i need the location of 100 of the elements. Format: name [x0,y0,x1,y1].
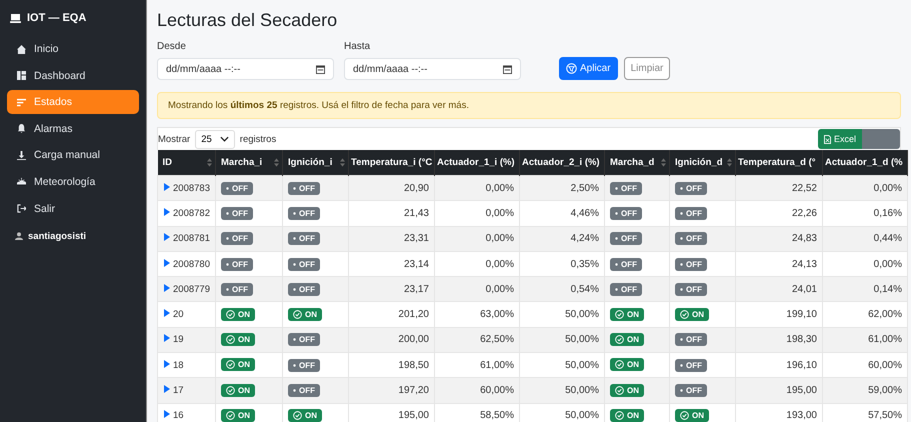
column-header[interactable]: Actuador_1_d (% [822,150,908,176]
status-badge: OFF [288,232,320,246]
table-cell: 24,01 [736,276,822,302]
dot-icon [680,262,683,266]
column-header[interactable]: Temperatura_d (° [736,150,822,176]
sort-icon [340,158,345,167]
row-id: 2008783 [173,182,210,194]
nav-item[interactable]: Meteorología [7,170,139,194]
table-cell: 50,00% [520,302,604,328]
column-header[interactable]: Ignición_i [282,150,348,176]
table-cell: 201,20 [348,302,434,328]
user-name: santiagosisti [28,230,86,242]
nav-item[interactable]: Salir [7,196,139,221]
dot-icon [226,288,229,291]
date-field[interactable]: dd/mm/aaaa --:-- [344,58,521,80]
dot-icon [293,212,296,215]
nav-item[interactable]: Dashboard [7,64,139,88]
table-cell: 196,10 [736,352,822,378]
check-icon [615,360,624,370]
dot-icon [680,288,683,291]
table-cell: 59,00% [822,378,908,404]
expand-icon[interactable] [164,410,170,418]
expand-icon[interactable] [164,208,170,216]
person-icon [15,232,23,240]
nav-item[interactable]: Inicio [7,37,139,61]
check-icon [680,410,689,420]
column-header[interactable]: Actuador_2_i (%) [520,150,604,176]
column-header[interactable]: Ignición_d [670,150,736,176]
status-badge: ON [221,384,255,397]
dot-icon [293,364,296,367]
calendar-icon [503,65,512,74]
dot-icon [615,212,618,215]
expand-icon[interactable] [164,334,170,342]
status-badge: OFF [675,206,707,220]
status-badge: ON [288,308,322,321]
date-field[interactable]: dd/mm/aaaa --:-- [157,58,334,80]
dot-icon [293,186,296,190]
apply-button[interactable]: Aplicar [559,57,618,80]
status-badge: OFF [675,358,707,372]
table-cell: 0,35% [520,251,604,277]
status-badge: OFF [221,206,253,220]
dot-icon [680,237,683,240]
row-id: 2008781 [173,233,210,244]
dot-icon [226,186,229,190]
page-size-select[interactable]: 25 [195,130,235,148]
expand-icon[interactable] [164,182,170,191]
page-title: Lecturas del Secadero [157,10,338,31]
row-id: 2008780 [173,258,210,270]
table-cell: 20,90 [348,176,434,201]
dot-icon [293,262,296,266]
column-header[interactable]: ID [158,150,216,176]
row-id: 17 [173,385,184,396]
status-badge: ON [221,332,255,346]
column-header[interactable]: Actuador_1_i (%) [434,150,520,176]
dot-icon [226,212,229,215]
expand-icon[interactable] [164,233,170,242]
nav-item[interactable]: Alarmas [7,116,139,141]
expand-icon[interactable] [164,258,170,267]
column-header[interactable]: Marcha_i [216,150,282,176]
sort-icon [274,158,279,167]
laptop-icon [10,14,21,22]
status-badge: ON [610,308,644,321]
expand-icon[interactable] [164,385,170,394]
table-cell: 61,00% [822,327,908,353]
row-id: 2008782 [173,208,210,219]
info-alert: Mostrando los últimos 25 registros. Usá el filtro de fecha para ver más. [157,92,901,119]
expand-icon[interactable] [164,360,170,368]
check-icon [226,310,235,319]
status-badge: OFF [288,333,320,346]
table-cell: 60,00% [434,378,520,404]
status-badge: OFF [288,358,320,372]
length-label: Mostrar [158,134,190,144]
exit-icon [17,204,26,214]
check-icon [615,310,624,319]
status-badge: OFF [675,333,707,346]
table-cell: 22,52 [736,176,822,201]
status-badge: OFF [221,258,253,271]
expand-icon[interactable] [164,309,170,318]
column-header[interactable]: Marcha_d [604,150,670,176]
dot-icon [293,237,296,240]
excel-button[interactable]: Excel [818,129,862,149]
table-cell: 57,50% [822,403,908,422]
row-id: 20 [173,309,184,320]
dot-icon [226,237,229,240]
download-icon [17,150,26,160]
table-cell: 0,00% [434,176,520,201]
status-badge: OFF [221,232,253,246]
dot-icon [615,186,618,190]
nav-item[interactable]: Carga manual [7,143,139,168]
clear-button[interactable]: Limpiar [624,57,670,80]
table-cell: 22,26 [736,200,822,226]
expand-icon[interactable] [164,284,170,292]
table-cell: 50,00% [520,327,604,353]
table-cell: 197,20 [348,378,434,404]
table-cell: 4,46% [520,200,604,226]
status-badge: OFF [675,232,707,246]
column-header[interactable]: Temperatura_i (°C [348,150,434,176]
table-cell: 24,83 [736,226,822,252]
table-cell: 2,50% [520,176,604,201]
table-cell: 0,00% [434,276,520,302]
